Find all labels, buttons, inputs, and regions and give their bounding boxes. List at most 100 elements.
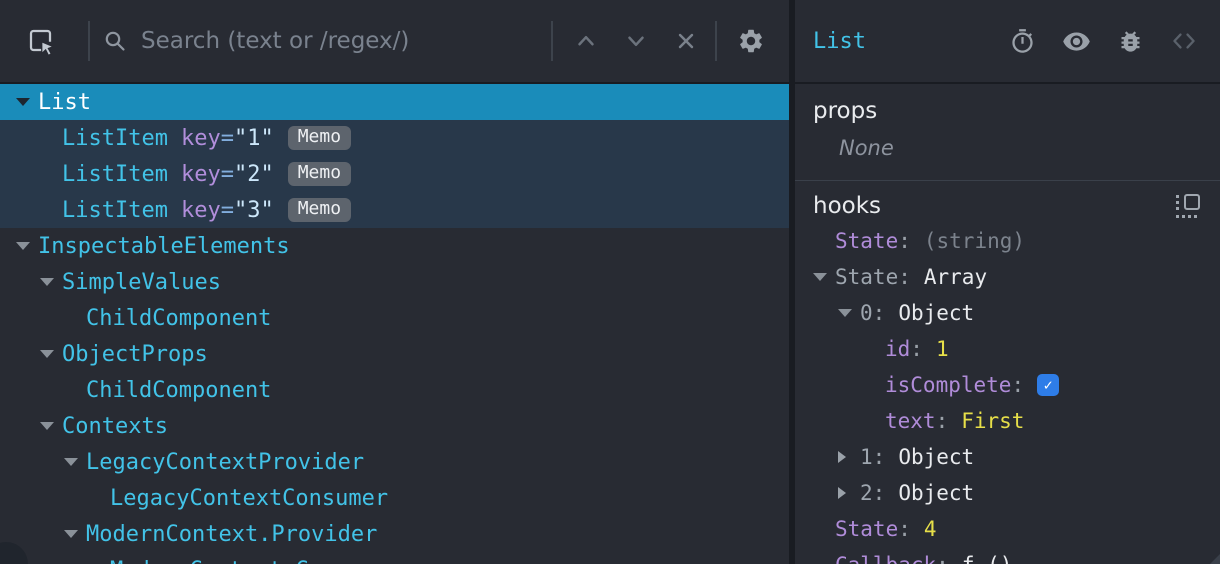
props-section: props None: [795, 84, 1220, 181]
checked-checkbox[interactable]: ✓: [1037, 374, 1060, 396]
bug-icon: [1121, 30, 1140, 52]
resize-grip[interactable]: [1210, 554, 1220, 564]
hook-row-state[interactable]: State: Array: [795, 259, 1220, 295]
memo-badge: Memo: [287, 162, 352, 186]
hook-caret-icon[interactable]: [838, 451, 860, 463]
tree-caret-icon[interactable]: [64, 530, 86, 538]
hook-value: (string): [923, 229, 1026, 253]
chevron-up-icon: [578, 35, 594, 46]
component-tree-panel: List ListItem key="1" Memo ListItem key="2" Me…: [0, 0, 789, 564]
hook-name: isComplete: [885, 373, 1012, 397]
inspector-toolbar: List: [795, 0, 1220, 84]
tree-row-childcomponent[interactable]: ChildComponent: [0, 300, 789, 336]
code-brackets-icon: [1173, 33, 1195, 49]
component-name: InspectableElements: [38, 233, 290, 259]
component-name: ChildComponent: [86, 377, 272, 403]
next-result-button[interactable]: [623, 28, 649, 54]
suspense-toggle-button[interactable]: [1009, 28, 1036, 55]
view-source-button[interactable]: [1170, 27, 1198, 55]
react-devtools-components-panel: List ListItem key="1" Memo ListItem key="2" Me…: [0, 0, 1220, 564]
tree-caret-icon[interactable]: [40, 350, 62, 358]
component-name: ListItem: [62, 125, 168, 151]
tree-row-objectprops[interactable]: ObjectProps: [0, 336, 789, 372]
hook-row-text[interactable]: text: First: [795, 403, 1220, 439]
component-name: ObjectProps: [62, 341, 208, 367]
clear-search-button[interactable]: [673, 28, 699, 54]
hook-row-callback[interactable]: Callback:ƒ (): [795, 547, 1220, 564]
tree-row-moderncontext.consumer[interactable]: ModernContext.Consumer: [0, 552, 789, 564]
hook-caret-icon[interactable]: [838, 487, 860, 499]
stopwatch-icon: [1012, 28, 1033, 53]
tree-row-legacycontextconsumer[interactable]: LegacyContextConsumer: [0, 480, 789, 516]
hook-name: 2: [860, 481, 873, 505]
tree-row-listitem[interactable]: ListItem key="3" Memo: [0, 192, 789, 228]
component-name: ListItem: [62, 197, 168, 223]
hook-caret-icon[interactable]: [838, 309, 860, 317]
hook-name: State: [835, 229, 899, 253]
hook-row-state[interactable]: State: (string): [795, 223, 1220, 259]
hook-value: Array: [923, 265, 988, 289]
hook-name: 1: [860, 445, 873, 469]
hook-row-state[interactable]: State:4: [795, 511, 1220, 547]
log-component-button[interactable]: [1117, 28, 1144, 55]
component-name: LegacyContextConsumer: [110, 485, 389, 511]
component-key-attr: key="1": [180, 125, 274, 151]
hook-name: id: [885, 337, 911, 361]
memo-badge: Memo: [287, 126, 352, 150]
tree-row-listitem[interactable]: ListItem key="1" Memo: [0, 120, 789, 156]
parse-hook-names-icon: [1184, 194, 1200, 210]
tree-caret-icon[interactable]: [16, 242, 38, 250]
inspect-element-button[interactable]: [26, 26, 56, 56]
chevron-down-icon: [628, 36, 644, 47]
tree-row-simplevalues[interactable]: SimpleValues: [0, 264, 789, 300]
tree-row-legacycontextprovider[interactable]: LegacyContextProvider: [0, 444, 789, 480]
hook-row-0[interactable]: 0: Object: [795, 295, 1220, 331]
previous-result-button[interactable]: [573, 28, 599, 54]
tree-caret-icon[interactable]: [40, 278, 62, 286]
hook-name: State: [835, 265, 899, 289]
hook-row-id[interactable]: id:1: [795, 331, 1220, 367]
component-name: ChildComponent: [86, 305, 272, 331]
hook-name: Callback: [835, 553, 936, 564]
hook-name: 0: [860, 301, 873, 325]
hook-name: State: [835, 517, 899, 541]
hook-row-2[interactable]: 2: Object: [795, 475, 1220, 511]
gear-icon: [740, 29, 762, 53]
settings-button[interactable]: [737, 27, 765, 55]
close-x-icon: [678, 33, 694, 49]
hook-caret-icon[interactable]: [813, 273, 835, 281]
hook-row-iscomplete[interactable]: isComplete: ✓: [795, 367, 1220, 403]
component-key-attr: key="3": [180, 197, 274, 223]
component-name: LegacyContextProvider: [86, 449, 365, 475]
eye-icon: [1063, 31, 1090, 51]
component-name: ModernContext.Consumer: [110, 558, 401, 564]
component-name: Contexts: [62, 413, 168, 439]
props-empty-value: None: [839, 136, 894, 160]
tree-caret-icon[interactable]: [40, 422, 62, 430]
tree-row-listitem[interactable]: ListItem key="2" Memo: [0, 156, 789, 192]
search-icon: [103, 29, 127, 53]
toolbar-divider: [88, 21, 90, 61]
toolbar-divider: [715, 21, 717, 61]
component-name: ModernContext.Provider: [86, 521, 378, 547]
props-heading: props: [813, 98, 878, 124]
component-name: ListItem: [62, 161, 168, 187]
hook-row-1[interactable]: 1: Object: [795, 439, 1220, 475]
hooks-list: State: (string) State: Array 0: Object id:1 isC…: [795, 223, 1220, 564]
component-key-attr: key="2": [180, 161, 274, 187]
tree-row-moderncontext.provider[interactable]: ModernContext.Provider: [0, 516, 789, 552]
hooks-heading: hooks: [813, 193, 882, 219]
tree-caret-icon[interactable]: [16, 98, 38, 106]
hook-value: 4: [923, 517, 937, 541]
hook-value: 1: [935, 337, 949, 361]
tree-row-childcomponent[interactable]: ChildComponent: [0, 372, 789, 408]
tree-row-contexts[interactable]: Contexts: [0, 408, 789, 444]
tree-caret-icon[interactable]: [64, 458, 86, 466]
component-tree: List ListItem key="1" Memo ListItem key="2" Me…: [0, 84, 789, 564]
search-input[interactable]: [141, 28, 551, 54]
toolbar-divider: [551, 21, 553, 61]
inspect-dom-button[interactable]: [1062, 27, 1091, 56]
tree-row-list[interactable]: List: [0, 84, 789, 120]
parse-hook-names-button[interactable]: [1176, 194, 1200, 218]
tree-row-inspectableelements[interactable]: InspectableElements: [0, 228, 789, 264]
